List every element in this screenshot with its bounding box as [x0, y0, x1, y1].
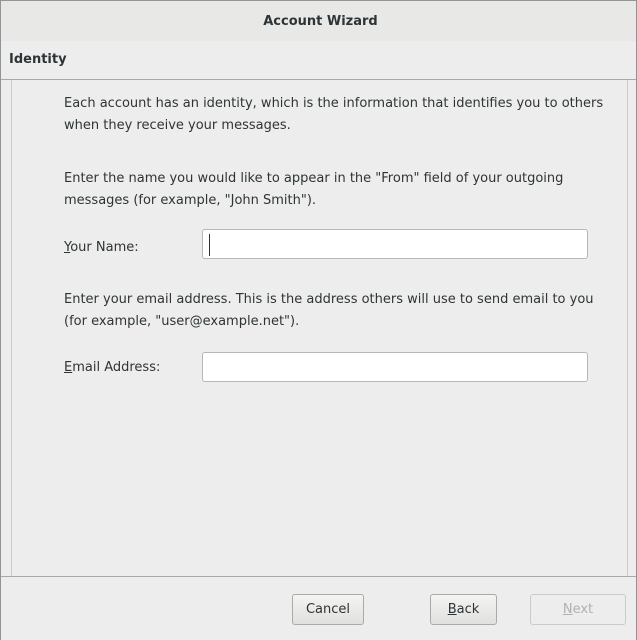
- email-instructions: Enter your email address. This is the ad…: [64, 292, 594, 329]
- your-name-input[interactable]: [202, 229, 588, 259]
- back-button-mnemonic: B: [447, 602, 457, 617]
- back-button-label: ack: [456, 602, 480, 617]
- your-name-label-text: our Name:: [70, 240, 139, 255]
- intro-text: Each account has an identity, which is t…: [64, 96, 604, 133]
- email-address-label-text: mail Address:: [72, 360, 161, 375]
- email-address-input[interactable]: [202, 352, 588, 382]
- cancel-button-label: Cancel: [305, 602, 351, 617]
- your-name-label: Your Name:: [64, 240, 139, 255]
- email-address-label-mnemonic: E: [64, 360, 73, 375]
- button-bar: Cancel Back Next: [1, 576, 636, 640]
- cancel-button[interactable]: Cancel: [292, 594, 364, 625]
- wizard-content: Each account has an identity, which is t…: [11, 80, 628, 576]
- next-button[interactable]: Next: [530, 594, 626, 625]
- account-wizard-dialog: Account Wizard Identity Each account has…: [0, 0, 637, 640]
- next-button-label: ext: [572, 602, 594, 617]
- next-button-mnemonic: N: [562, 602, 573, 617]
- title-bar[interactable]: Account Wizard: [1, 1, 636, 41]
- back-button[interactable]: Back: [430, 594, 497, 625]
- page-header: Identity: [1, 41, 636, 80]
- email-address-label: Email Address:: [64, 360, 160, 375]
- name-instructions: Enter the name you would like to appear …: [64, 171, 564, 208]
- page-title: Identity: [9, 52, 67, 67]
- window-title: Account Wizard: [263, 13, 378, 29]
- text-cursor: [209, 234, 210, 256]
